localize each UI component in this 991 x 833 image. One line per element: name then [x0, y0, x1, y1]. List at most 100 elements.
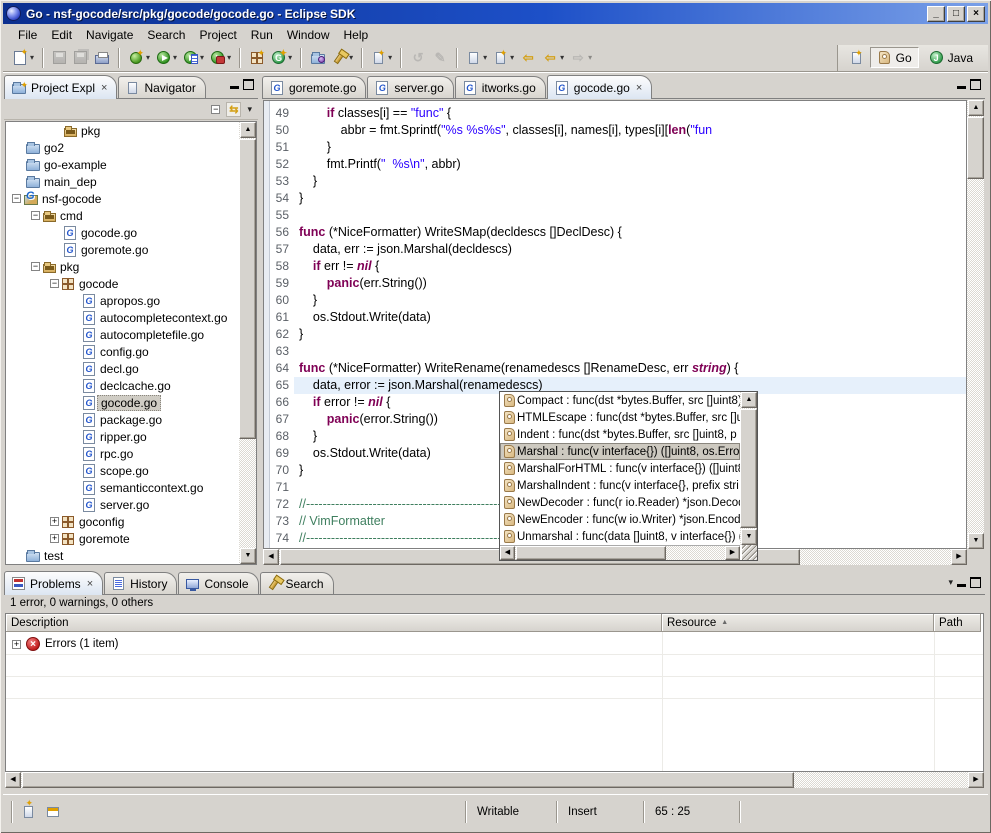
tree-scroll-thumb[interactable] [239, 139, 256, 439]
format-button[interactable]: ✎ [429, 47, 451, 69]
scroll-left-icon[interactable]: ◀ [263, 549, 279, 565]
collapse-icon[interactable]: − [50, 279, 59, 288]
search-button[interactable]: ▾ [329, 47, 356, 69]
menu-item-search[interactable]: Search [140, 26, 192, 44]
code-line-61[interactable]: 61 os.Stdout.Write(data) [264, 309, 966, 326]
autocomplete-item-indent[interactable]: Indent : func(dst *bytes.Buffer, src []u… [500, 426, 740, 443]
tree-item-semanticcontext-go[interactable]: Gsemanticcontext.go [6, 479, 239, 496]
code-line-54[interactable]: 54} [264, 190, 966, 207]
scroll-right-icon[interactable]: ▶ [951, 549, 967, 565]
tree-item-autocompletefile-go[interactable]: Gautocompletefile.go [6, 326, 239, 343]
tree-item-rpc-go[interactable]: Grpc.go [6, 445, 239, 462]
maximize-view-icon[interactable] [243, 79, 254, 90]
close-tab-icon[interactable]: × [87, 578, 93, 590]
open-perspective-button[interactable] [846, 47, 867, 69]
popup-horizontal-scrollbar[interactable]: ◀ ▶ [500, 545, 740, 560]
profile-button[interactable]: ▾ [207, 47, 234, 69]
scroll-up-icon[interactable]: ▲ [741, 392, 757, 408]
autocomplete-item-newdecoder[interactable]: NewDecoder : func(r io.Reader) *json.Dec… [500, 494, 740, 511]
tree-item-gocode-go[interactable]: Ggocode.go [6, 224, 239, 241]
tree-item-ripper-go[interactable]: Gripper.go [6, 428, 239, 445]
minimize-view-icon[interactable] [230, 81, 239, 89]
menu-item-window[interactable]: Window [280, 26, 337, 44]
last-edit-location-button[interactable]: ▾ [463, 47, 490, 69]
next-annotation-button[interactable]: ▾ [368, 47, 395, 69]
run-button[interactable]: ▾ [153, 47, 180, 69]
code-line-58[interactable]: 58 if err != nil { [264, 258, 966, 275]
popup-resize-grip[interactable] [742, 545, 757, 560]
autocomplete-item-marshal[interactable]: Marshal : func(v interface{}) ([]uint8, … [500, 443, 740, 460]
debug-button[interactable]: ▾ [125, 47, 153, 69]
problems-row-errors[interactable]: +×Errors (1 item) [6, 634, 983, 654]
maximize-window-icon[interactable]: □ [947, 6, 965, 22]
new-go-package-button[interactable] [246, 47, 268, 69]
minimize-view-icon[interactable] [957, 579, 966, 587]
problems-tab-search[interactable]: Search [260, 572, 334, 594]
maximize-view-icon[interactable] [970, 577, 981, 588]
popup-vertical-scrollbar[interactable]: ▲ ▼ [740, 392, 757, 545]
autocomplete-item-htmlescape[interactable]: HTMLEscape : func(dst *bytes.Buffer, src… [500, 409, 740, 426]
scroll-left-icon[interactable]: ◀ [500, 546, 515, 560]
problems-tab-problems[interactable]: Problems× [4, 571, 103, 595]
code-line-60[interactable]: 60 } [264, 292, 966, 309]
editor-vscroll-thumb[interactable] [967, 117, 984, 179]
tree-vertical-scrollbar[interactable]: ▲ ▼ [239, 122, 256, 564]
back-to-start-button[interactable]: ⇦ [517, 47, 539, 69]
tree-item-server-go[interactable]: Gserver.go [6, 496, 239, 513]
autocomplete-item-compact[interactable]: Compact : func(dst *bytes.Buffer, src []… [500, 392, 740, 409]
code-line-62[interactable]: 62} [264, 326, 966, 343]
perspective-java[interactable]: JJava [922, 47, 980, 68]
tree-item-goremote[interactable]: +goremote [6, 530, 239, 547]
code-line-49[interactable]: 49 if classes[i] == "func" { [264, 105, 966, 122]
menu-item-project[interactable]: Project [192, 26, 243, 44]
code-line-57[interactable]: 57 data, err := json.Marshal(decldescs) [264, 241, 966, 258]
new-wizard-button[interactable]: ▾ [9, 47, 37, 69]
autocomplete-item-marshalindent[interactable]: MarshalIndent : func(v interface{}, pref… [500, 477, 740, 494]
editor-tab-gocode-go[interactable]: Ggocode.go× [547, 75, 653, 99]
scroll-down-icon[interactable]: ▼ [968, 533, 984, 549]
editor-tab-server-go[interactable]: Gserver.go [367, 76, 453, 98]
scroll-right-icon[interactable]: ▶ [725, 546, 740, 560]
tree-item-pkg[interactable]: pkg [6, 122, 239, 139]
print-button[interactable] [91, 47, 113, 69]
editor-vertical-scrollbar[interactable]: ▲ ▼ [967, 100, 984, 549]
tree-item-apropos-go[interactable]: Gapropos.go [6, 292, 239, 309]
collapse-icon[interactable]: − [31, 262, 40, 271]
tree-item-declcache-go[interactable]: Gdeclcache.go [6, 377, 239, 394]
code-line-53[interactable]: 53 } [264, 173, 966, 190]
code-line-64[interactable]: 64func (*NiceFormatter) WriteRename(rena… [264, 360, 966, 377]
menu-item-navigate[interactable]: Navigate [79, 26, 140, 44]
tree-item-cmd[interactable]: −cmd [6, 207, 239, 224]
open-resource-button[interactable] [307, 47, 329, 69]
code-line-52[interactable]: 52 fmt.Printf(" %s\n", abbr) [264, 156, 966, 173]
problems-tab-history[interactable]: History [104, 572, 177, 594]
new-go-app-button[interactable]: G▾ [268, 47, 295, 69]
close-tab-icon[interactable]: × [101, 82, 107, 94]
tree-item-goconfig[interactable]: +goconfig [6, 513, 239, 530]
tree-item-gocode-go[interactable]: Ggocode.go [6, 394, 239, 411]
code-line-51[interactable]: 51 } [264, 139, 966, 156]
editor-tab-itworks-go[interactable]: Gitworks.go [455, 76, 546, 98]
collapse-all-icon[interactable]: − [211, 105, 220, 114]
column-header-resource[interactable]: Resource▲ [662, 614, 934, 632]
link-with-editor-icon[interactable]: ⇆ [226, 102, 241, 117]
perspective-go[interactable]: Go [870, 47, 919, 68]
view-menu-icon[interactable]: ▾ [948, 577, 953, 588]
scroll-up-icon[interactable]: ▲ [968, 100, 984, 116]
expand-icon[interactable]: + [50, 534, 59, 543]
menu-item-run[interactable]: Run [244, 26, 280, 44]
popup-hscroll-thumb[interactable] [516, 546, 666, 560]
restore-view-icon[interactable] [47, 807, 59, 817]
tree-item-autocompletecontext-go[interactable]: Gautocompletecontext.go [6, 309, 239, 326]
tree-item-go2[interactable]: go2 [6, 139, 239, 156]
menu-item-file[interactable]: File [11, 26, 44, 44]
editor-tab-goremote-go[interactable]: Ggoremote.go [262, 76, 366, 98]
scroll-right-icon[interactable]: ▶ [968, 772, 984, 788]
code-line-56[interactable]: 56func (*NiceFormatter) WriteSMap(declde… [264, 224, 966, 241]
autocomplete-item-unmarshal[interactable]: Unmarshal : func(data []uint8, v interfa… [500, 528, 740, 545]
scroll-up-icon[interactable]: ▲ [240, 122, 256, 138]
code-line-63[interactable]: 63 [264, 343, 966, 360]
expand-icon[interactable]: + [12, 640, 21, 649]
run-history-button[interactable]: ▾ [180, 47, 207, 69]
go-into-button[interactable]: ▾ [490, 47, 517, 69]
